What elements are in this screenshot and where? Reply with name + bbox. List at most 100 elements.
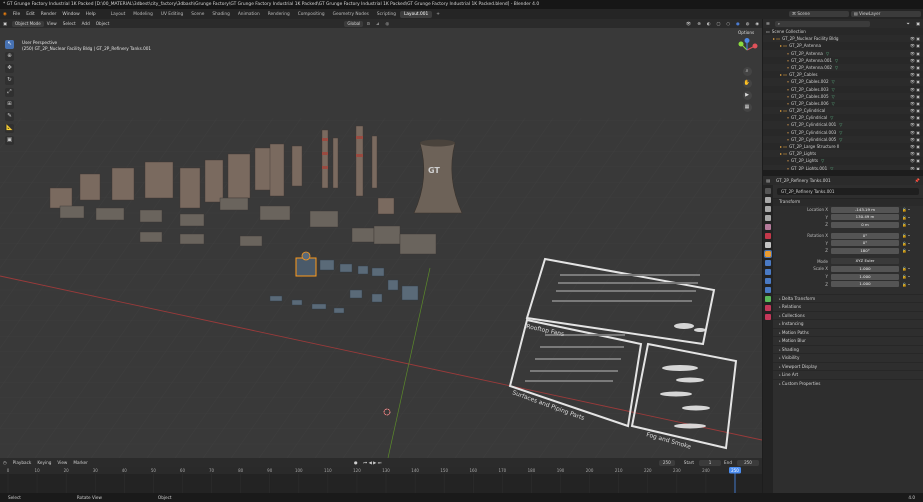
orientation-selector[interactable]: Global bbox=[344, 20, 364, 27]
visibility-toggle-icon[interactable]: 👁 ▣ bbox=[910, 114, 920, 121]
lock-icon[interactable]: 🔓 • bbox=[902, 266, 910, 271]
tab-shading[interactable]: Shading bbox=[208, 11, 233, 18]
menu-select[interactable]: Select bbox=[60, 21, 79, 26]
panel-collections[interactable]: Collections bbox=[773, 310, 923, 320]
annotate-icon[interactable]: ✎ bbox=[5, 112, 14, 121]
tab-scripting[interactable]: Scripting bbox=[373, 11, 400, 18]
outliner-row[interactable]: ▿ GT_2P_Antenna ▽ 👁 ▣ bbox=[763, 49, 923, 57]
menu-file[interactable]: File bbox=[10, 12, 23, 17]
overlays-icon[interactable]: ◐ bbox=[704, 21, 714, 26]
visibility-toggle-icon[interactable]: 👁 ▣ bbox=[910, 100, 920, 107]
filter-icon[interactable]: ⏷ bbox=[904, 21, 913, 26]
editor-type-icon[interactable]: ▣ bbox=[0, 21, 10, 26]
outliner-row[interactable]: ▸ ▭ GT_2P_Nuclear Facility Bldg 👁 ▣ bbox=[763, 35, 923, 43]
lock-icon[interactable]: 🔓 • bbox=[902, 248, 910, 253]
rotate-icon[interactable]: ↻ bbox=[5, 76, 14, 85]
rotation-mode-select[interactable]: XYZ Euler bbox=[831, 258, 899, 265]
outliner-row[interactable]: ▭ Scene Collection bbox=[763, 28, 923, 35]
add-workspace-button[interactable]: + bbox=[432, 11, 444, 18]
visibility-toggle-icon[interactable]: 👁 ▣ bbox=[910, 50, 920, 57]
tab-modeling[interactable]: Modeling bbox=[129, 11, 157, 18]
timeline-ruler[interactable]: 0 10 20 30 40 50 60 70 80 90 100 110 120 130 140 150 160… bbox=[0, 467, 762, 493]
outliner-row[interactable]: ▸ ▭ GT_2P_Antenna 👁 ▣ bbox=[763, 42, 923, 49]
tab-layout-001[interactable]: Layout.001 bbox=[400, 10, 433, 18]
tab-scene[interactable]: Scene bbox=[187, 11, 208, 18]
panel-custom-properties[interactable]: Custom Properties bbox=[773, 378, 923, 388]
proportional-icon[interactable]: ◎ bbox=[382, 21, 392, 26]
outliner-row[interactable]: ▿ GT_2P_Cables.002 ▽ 👁 ▣ bbox=[763, 78, 923, 86]
outliner-row[interactable]: ▿ GT_2P_Cylindrical ▽ 👁 ▣ bbox=[763, 114, 923, 121]
menu-playback[interactable]: Playback bbox=[10, 460, 35, 465]
blender-logo-icon[interactable]: ◉ bbox=[0, 12, 10, 17]
outliner-row[interactable]: ▸ ▭ GT_2P_Large Structure II 👁 ▣ bbox=[763, 143, 923, 150]
gizmo-icon[interactable]: ⊕ bbox=[694, 21, 704, 26]
modifier-tab-icon[interactable] bbox=[765, 260, 771, 266]
timeline-editor[interactable]: 0 10 20 30 40 50 60 70 80 90 100 110 120 130 140 150 160… bbox=[0, 467, 762, 493]
outliner-row[interactable]: ▿ GT_2P_Cables.005 ▽ 👁 ▣ bbox=[763, 92, 923, 100]
visibility-toggle-icon[interactable]: 👁 ▣ bbox=[910, 157, 920, 164]
render-tab-icon[interactable] bbox=[765, 197, 771, 203]
visibility-toggle-icon[interactable]: 👁 ▣ bbox=[910, 165, 920, 170]
scene-selector[interactable]: ⌘ Scene bbox=[789, 11, 849, 17]
menu-window[interactable]: Window bbox=[59, 12, 82, 17]
rotation-field[interactable]: 180° bbox=[831, 247, 899, 254]
grid-view-icon[interactable]: ▦ bbox=[742, 103, 752, 112]
add-cube-icon[interactable]: ▣ bbox=[5, 136, 14, 145]
outliner-row[interactable]: ▿ GT_2P_Cylindrical.003 ▽ 👁 ▣ bbox=[763, 129, 923, 136]
outliner-row[interactable]: ▿ GT_2P_Antenna.002 ▽ 👁 ▣ bbox=[763, 63, 923, 72]
axis-gizmo-icon[interactable] bbox=[735, 38, 759, 62]
playback-controls[interactable]: ⏮ ◀ ▶ ⏭ bbox=[361, 460, 385, 465]
visibility-toggle-icon[interactable]: 👁 ▣ bbox=[910, 136, 920, 143]
outliner-row[interactable]: ▸ ▭ GT_2P_Lights 👁 ▣ bbox=[763, 150, 923, 158]
panel-viewport-display[interactable]: Viewport Display bbox=[773, 361, 923, 371]
current-frame-field[interactable]: 250 bbox=[658, 459, 675, 466]
tab-animation[interactable]: Animation bbox=[234, 11, 264, 18]
clock-icon[interactable]: ◷ bbox=[0, 460, 10, 465]
mode-selector[interactable]: Object Mode bbox=[11, 20, 44, 27]
lock-icon[interactable]: 🔓 • bbox=[902, 241, 910, 246]
scale-field[interactable]: 1.000 bbox=[831, 273, 899, 280]
scale-icon[interactable]: ⤢ bbox=[5, 88, 14, 97]
shading-wire-icon[interactable]: ○ bbox=[723, 21, 733, 26]
outliner-search-input[interactable]: ⌕ bbox=[774, 20, 870, 27]
outliner-row[interactable]: ▿ GT_2P_Cylindrical.001 ▽ 👁 ▣ bbox=[763, 121, 923, 129]
menu-marker[interactable]: Marker bbox=[70, 460, 90, 465]
panel-motion-paths[interactable]: Motion Paths bbox=[773, 327, 923, 337]
lock-icon[interactable]: 🔓 • bbox=[902, 233, 910, 238]
location-field[interactable]: 130.49 m bbox=[831, 214, 899, 221]
select-box-icon[interactable]: ↖ bbox=[5, 40, 14, 49]
visibility-toggle-icon[interactable]: 👁 ▣ bbox=[910, 86, 920, 93]
visibility-toggle-icon[interactable]: 👁 ▣ bbox=[910, 150, 920, 157]
tab-layout[interactable]: Layout bbox=[107, 11, 130, 18]
record-icon[interactable]: ● bbox=[351, 460, 361, 465]
visibility-toggle-icon[interactable]: 👁 ▣ bbox=[910, 78, 920, 85]
texture-tab-icon[interactable] bbox=[765, 314, 771, 320]
outliner-row[interactable]: ▿ GT_2P_Lights ▽ 👁 ▣ bbox=[763, 157, 923, 164]
menu-edit[interactable]: Edit bbox=[23, 12, 38, 17]
transform-panel-header[interactable]: Transform bbox=[773, 198, 923, 206]
location-field[interactable]: 0 m bbox=[831, 221, 899, 228]
panel-instancing[interactable]: Instancing bbox=[773, 319, 923, 328]
collection-tab-icon[interactable] bbox=[765, 242, 771, 248]
visibility-toggle-icon[interactable]: 👁 ▣ bbox=[910, 35, 920, 42]
pivot-icon[interactable]: ⊙ bbox=[363, 21, 373, 26]
zoom-icon[interactable]: ⌕ bbox=[742, 67, 752, 76]
outliner-row[interactable]: ▸ ▭ GT_2P_Cylindrical 👁 ▣ bbox=[763, 107, 923, 115]
menu-help[interactable]: Help bbox=[83, 12, 99, 17]
menu-render[interactable]: Render bbox=[38, 12, 60, 17]
world-tab-icon[interactable] bbox=[765, 233, 771, 239]
lock-icon[interactable]: 🔓 • bbox=[902, 222, 910, 227]
pin-icon[interactable]: 📌 bbox=[912, 178, 923, 184]
panel-visibility[interactable]: Visibility bbox=[773, 353, 923, 362]
object-tab-icon[interactable] bbox=[764, 250, 772, 258]
snap-icon[interactable]: ⊿ bbox=[373, 21, 383, 26]
shading-rendered-icon[interactable]: ◉ bbox=[752, 21, 762, 26]
xray-icon[interactable]: ▢ bbox=[713, 21, 723, 26]
outliner-row[interactable]: ▿ GT_2P_Lights.001 ▽ 👁 ▣ bbox=[763, 164, 923, 170]
visibility-toggle-icon[interactable]: 👁 ▣ bbox=[910, 71, 920, 78]
tab-rendering[interactable]: Rendering bbox=[264, 11, 294, 18]
lock-icon[interactable]: 🔓 • bbox=[902, 282, 910, 287]
new-collection-icon[interactable]: ▣ bbox=[913, 21, 923, 26]
outliner-type-icon[interactable]: ☰ bbox=[763, 21, 773, 26]
view-layer-tab-icon[interactable] bbox=[765, 215, 771, 221]
